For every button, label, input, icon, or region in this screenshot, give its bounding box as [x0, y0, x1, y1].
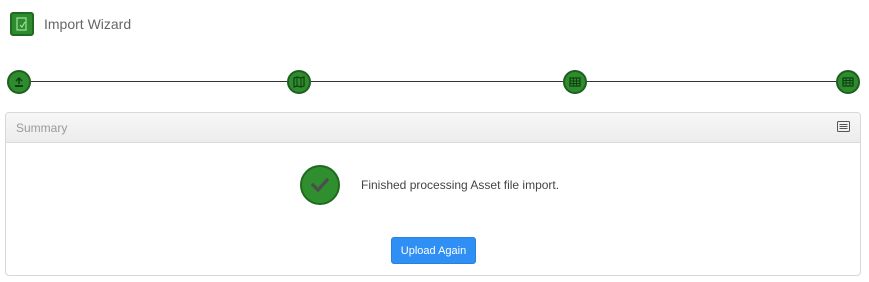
panel-header: Summary	[6, 113, 860, 143]
step-connector	[311, 81, 563, 82]
status-message: Finished processing Asset file import.	[361, 178, 560, 192]
check-icon	[300, 165, 340, 205]
page-title: Import Wizard	[44, 16, 132, 32]
app-header: Import Wizard	[10, 12, 131, 36]
step-connector	[587, 81, 836, 82]
step-map[interactable]	[287, 70, 311, 94]
step-upload[interactable]	[7, 70, 31, 94]
panel-body: Finished processing Asset file import. U…	[6, 143, 860, 275]
upload-again-button[interactable]: Upload Again	[391, 237, 476, 264]
list-icon[interactable]	[837, 119, 850, 137]
upload-icon	[13, 76, 25, 88]
panel-title: Summary	[16, 120, 68, 135]
summary-panel: Summary Finished processing Asset file i…	[5, 112, 861, 276]
file-import-icon	[10, 12, 34, 36]
step-connector	[31, 81, 287, 82]
table-icon	[842, 76, 854, 88]
wizard-stepper	[7, 70, 860, 94]
map-icon	[293, 76, 305, 88]
step-table[interactable]	[836, 70, 860, 94]
status-row: Finished processing Asset file import.	[300, 165, 559, 205]
step-grid[interactable]	[563, 70, 587, 94]
grid-icon	[569, 76, 581, 88]
